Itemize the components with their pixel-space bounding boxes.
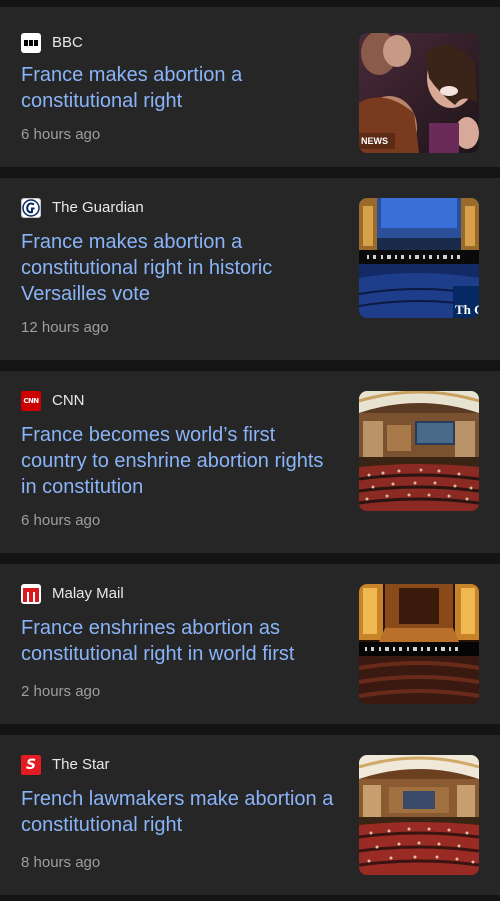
source-row: CNN CNN xyxy=(21,391,85,411)
source-name: BBC xyxy=(52,34,83,51)
news-feed: BBC France makes abortion a constitution… xyxy=(0,0,500,901)
article-card-bbc[interactable]: BBC France makes abortion a constitution… xyxy=(0,7,500,167)
article-thumbnail[interactable] xyxy=(359,584,479,704)
article-timestamp: 6 hours ago xyxy=(21,512,101,529)
article-headline[interactable]: France makes abortion a constitutional r… xyxy=(21,62,339,114)
source-row: Malay Mail xyxy=(21,584,124,604)
article-thumbnail[interactable]: NEWS xyxy=(359,33,479,153)
article-card-cnn[interactable]: CNN CNN France becomes world’s first cou… xyxy=(0,371,500,553)
article-card-malay-mail[interactable]: Malay Mail France enshrines abortion as … xyxy=(0,564,500,724)
article-card-the-star[interactable]: S The Star French lawmakers make abortio… xyxy=(0,735,500,895)
bbc-logo-icon xyxy=(21,33,41,53)
article-timestamp: 6 hours ago xyxy=(21,126,101,143)
article-thumbnail[interactable] xyxy=(359,755,479,875)
article-headline[interactable]: French lawmakers make abortion a constit… xyxy=(21,786,339,838)
source-row: BBC xyxy=(21,33,83,53)
source-row: The Guardian xyxy=(21,198,144,218)
source-name: The Star xyxy=(52,756,110,773)
source-name: CNN xyxy=(52,392,85,409)
source-row: S The Star xyxy=(21,755,110,775)
malay-mail-logo-icon xyxy=(21,584,41,604)
thumbnail-caption: Th Gua xyxy=(455,302,479,317)
source-name: The Guardian xyxy=(52,199,144,216)
article-timestamp: 2 hours ago xyxy=(21,683,101,700)
thumbnail-caption: NEWS xyxy=(361,136,388,146)
source-name: Malay Mail xyxy=(52,585,124,602)
guardian-logo-icon xyxy=(21,198,41,218)
article-headline[interactable]: France becomes world’s first country to … xyxy=(21,422,339,500)
the-star-logo-icon: S xyxy=(21,755,41,775)
article-headline[interactable]: France makes abortion a constitutional r… xyxy=(21,229,339,307)
article-card-guardian[interactable]: The Guardian France makes abortion a con… xyxy=(0,178,500,360)
cnn-logo-icon: CNN xyxy=(21,391,41,411)
article-timestamp: 12 hours ago xyxy=(21,319,109,336)
article-thumbnail[interactable] xyxy=(359,391,479,511)
article-thumbnail[interactable]: Th Gua xyxy=(359,198,479,318)
article-timestamp: 8 hours ago xyxy=(21,854,101,871)
article-headline[interactable]: France enshrines abortion as constitutio… xyxy=(21,615,339,667)
